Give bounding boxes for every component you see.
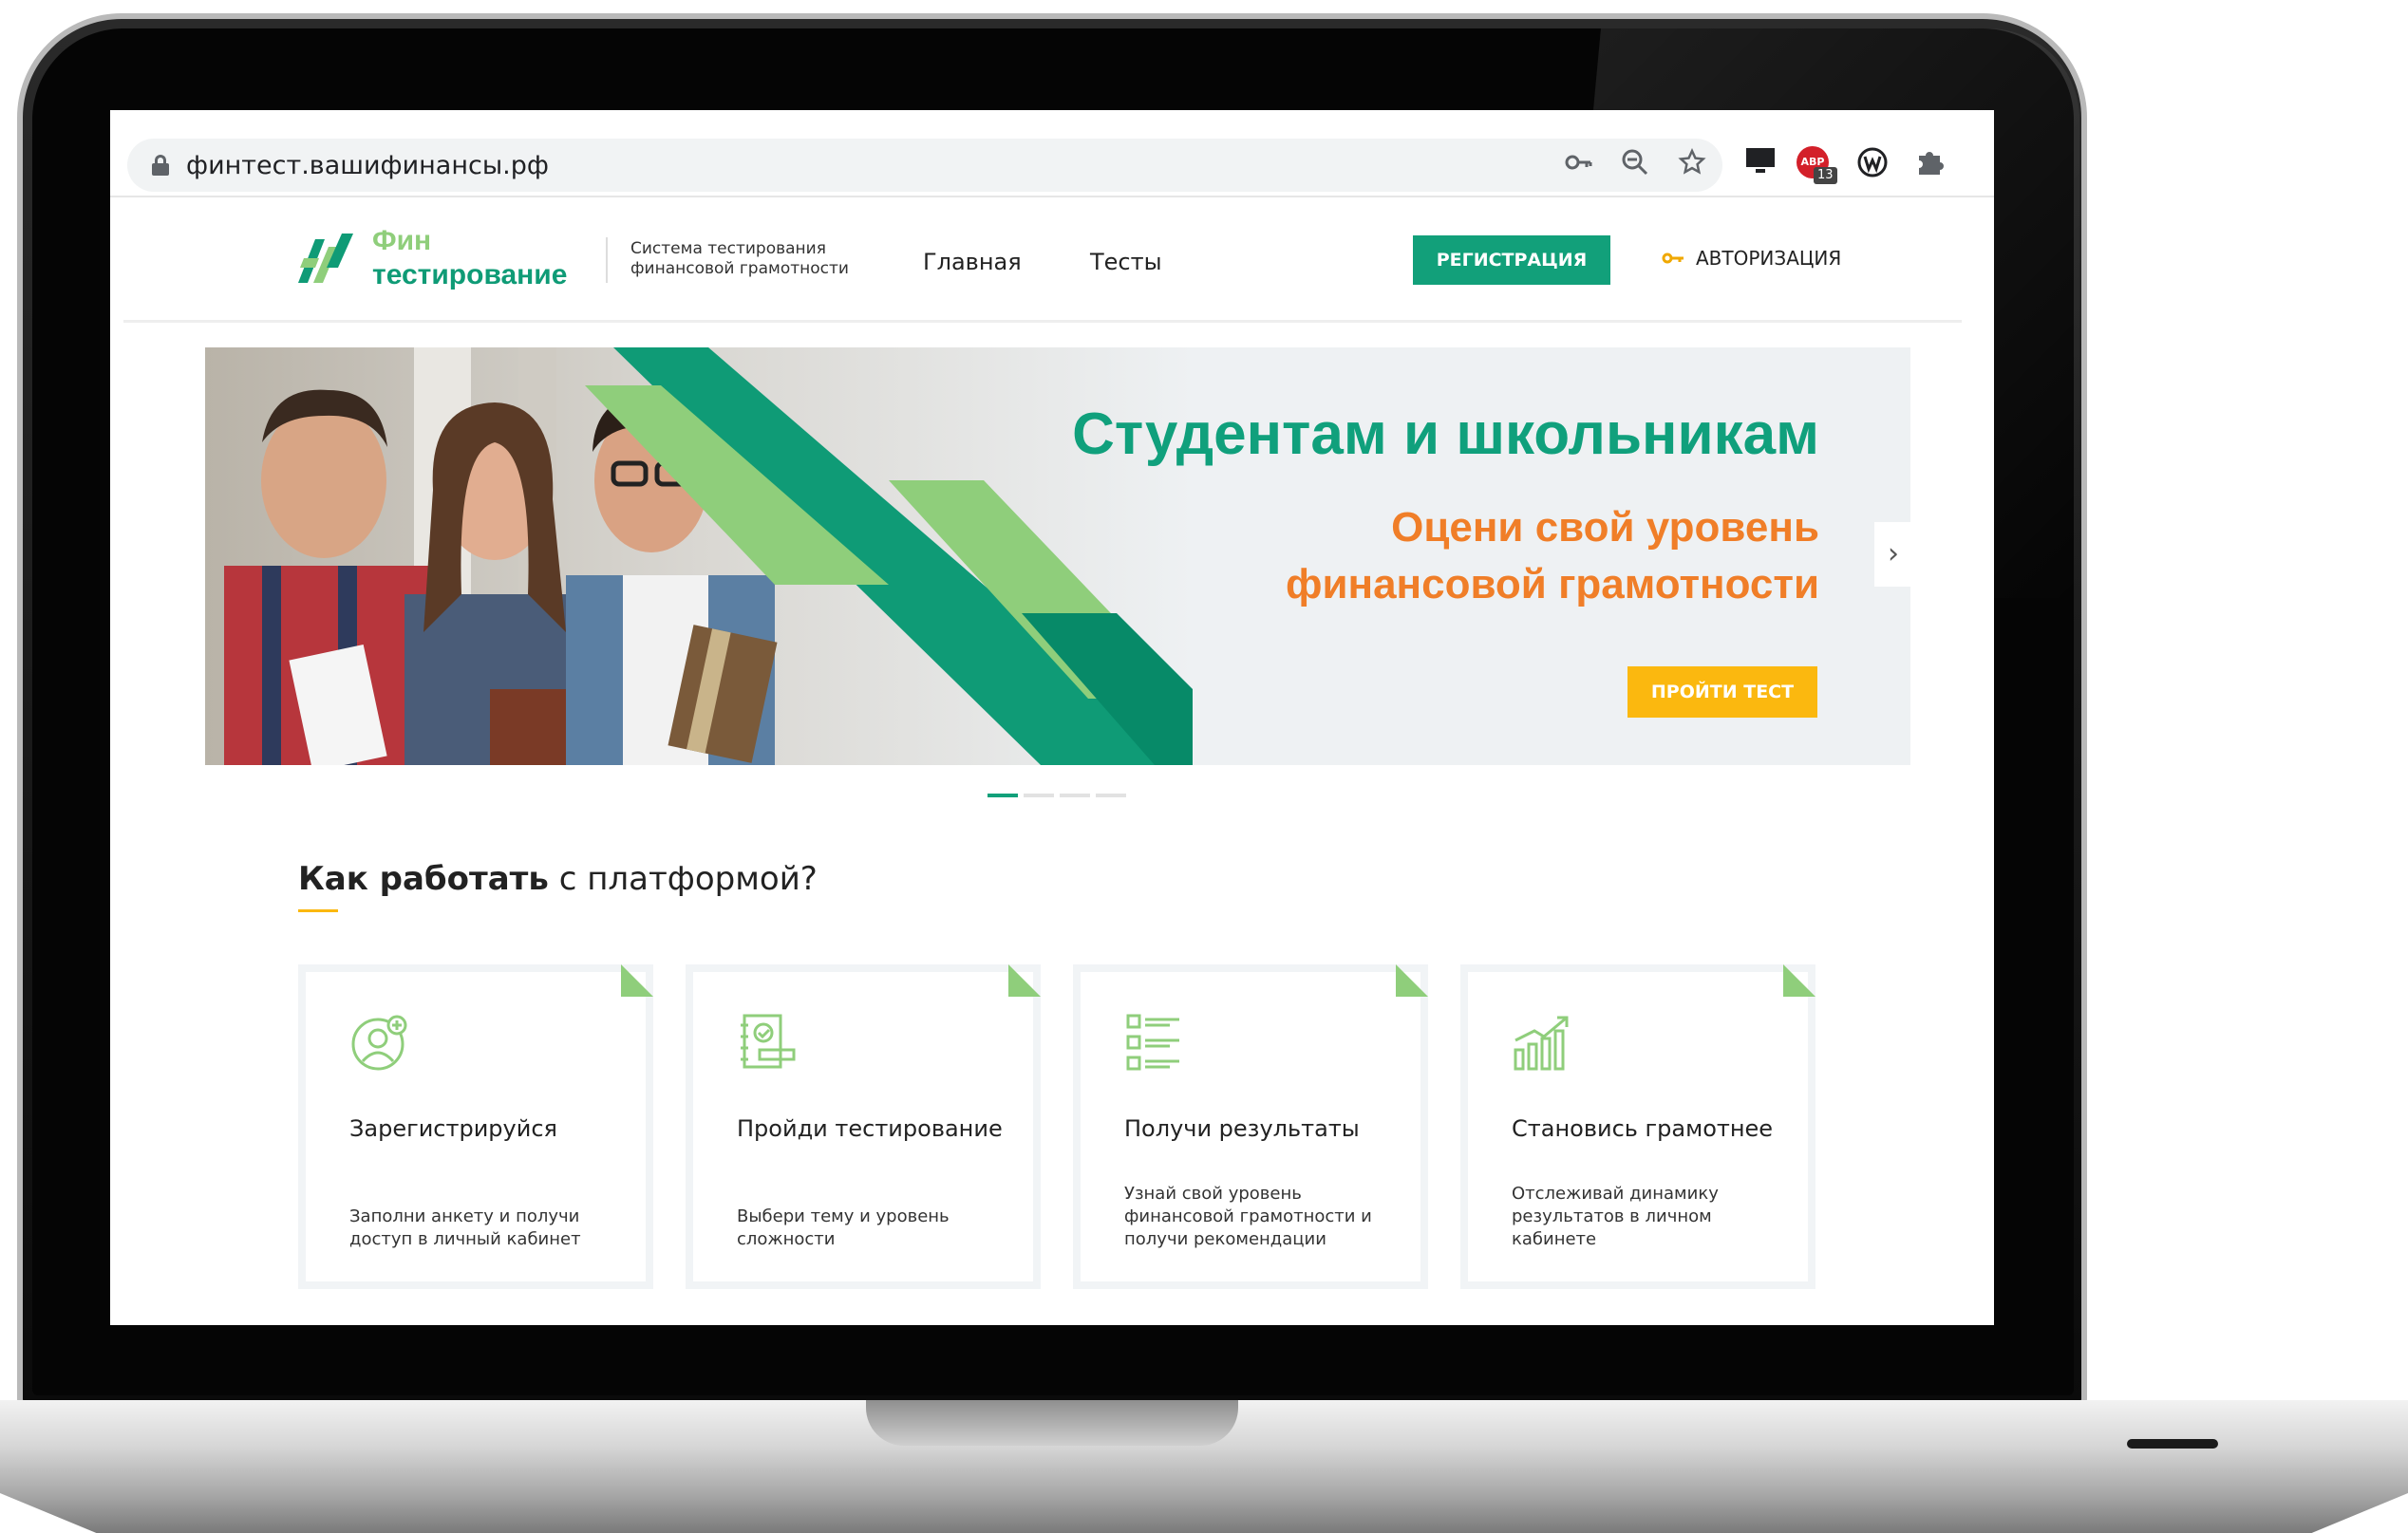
- site-header: Фин тестирование Система тестирования фи…: [123, 199, 1962, 323]
- address-bar[interactable]: финтест.вашифинансы.рф: [127, 139, 1722, 192]
- url-text[interactable]: финтест.вашифинансы.рф: [186, 151, 549, 180]
- lock-icon: [152, 155, 169, 176]
- laptop-led: [2127, 1439, 2218, 1449]
- carousel-dot[interactable]: [1096, 794, 1126, 797]
- logo-icon[interactable]: [294, 230, 355, 287]
- card-title: Получи результаты: [1124, 1115, 1360, 1142]
- card-title: Пройди тестирование: [737, 1115, 1003, 1142]
- section-title: Как работать с платформой?: [298, 860, 818, 898]
- screen: финтест.вашифинансы.рф ABP 13 Фин тестир…: [110, 110, 1994, 1325]
- banner-subtitle: Оцени свой уровень финансовой грамотност…: [1285, 504, 1819, 608]
- carousel-dot[interactable]: [1060, 794, 1090, 797]
- card-corner: [621, 964, 653, 997]
- card-description: Выбери тему и уровень сложности: [737, 1206, 950, 1249]
- card-description: Узнай свой уровень финансовой грамотност…: [1124, 1184, 1372, 1249]
- stage: финтест.вашифинансы.рф ABP 13 Фин тестир…: [0, 0, 2408, 1533]
- card-description: Заполни анкету и получи доступ в личный …: [349, 1206, 581, 1249]
- cast-icon[interactable]: [1741, 146, 1779, 184]
- key-icon[interactable]: [1561, 148, 1595, 182]
- step-card-improve[interactable]: Становись грамотнее Отслеживай динамику …: [1460, 964, 1815, 1289]
- register-button[interactable]: РЕГИСТРАЦИЯ: [1413, 235, 1610, 285]
- star-icon[interactable]: [1675, 148, 1709, 182]
- adblock-count-badge: 13: [1814, 167, 1837, 184]
- card-corner: [1396, 964, 1428, 997]
- title-underline: [298, 909, 338, 912]
- step-card-register[interactable]: Зарегистрируйся Заполни анкету и получи …: [298, 964, 653, 1289]
- card-description: Отслеживай динамику результатов в личном…: [1512, 1184, 1719, 1249]
- logo-text[interactable]: Фин тестирование: [372, 224, 567, 292]
- zoom-out-icon[interactable]: [1618, 148, 1652, 182]
- carousel-dot[interactable]: [988, 794, 1018, 797]
- notebook-check-icon: [741, 1014, 796, 1069]
- nav-link-tests[interactable]: Тесты: [1090, 249, 1162, 275]
- card-corner: [1783, 964, 1815, 997]
- user-add-icon: [351, 1015, 407, 1071]
- card-title: Становись грамотнее: [1512, 1115, 1774, 1142]
- banner-title: Студентам и школьникам: [1072, 402, 1819, 467]
- card-title: Зарегистрируйся: [349, 1115, 557, 1142]
- carousel-dot[interactable]: [1024, 794, 1054, 797]
- w-extension-icon[interactable]: [1853, 146, 1891, 184]
- students-photo: [205, 347, 1193, 765]
- key-icon: [1662, 247, 1684, 271]
- step-card-test[interactable]: Пройди тестирование Выбери тему и уровен…: [686, 964, 1041, 1289]
- checklist-icon: [1126, 1014, 1179, 1071]
- browser-toolbar: финтест.вашифинансы.рф ABP 13: [110, 110, 1994, 197]
- puzzle-icon[interactable]: [1910, 146, 1948, 184]
- adblock-icon[interactable]: ABP 13: [1797, 146, 1837, 184]
- hero-banner[interactable]: Студентам и школьникам Оцени свой уровен…: [205, 347, 1910, 765]
- nav-link-main[interactable]: Главная: [923, 249, 1022, 275]
- header-divider: [606, 237, 608, 283]
- carousel-next-arrow[interactable]: ›: [1874, 522, 1912, 587]
- growth-chart-icon: [1514, 1016, 1569, 1071]
- site-tagline: Система тестирования финансовой грамотно…: [630, 239, 849, 278]
- step-card-results[interactable]: Получи результаты Узнай свой уровень фин…: [1073, 964, 1428, 1289]
- laptop-notch: [866, 1400, 1238, 1446]
- card-corner: [1008, 964, 1041, 997]
- login-label: АВТОРИЗАЦИЯ: [1696, 247, 1842, 270]
- login-link[interactable]: АВТОРИЗАЦИЯ: [1662, 247, 1841, 271]
- take-test-button[interactable]: ПРОЙТИ ТЕСТ: [1627, 666, 1817, 718]
